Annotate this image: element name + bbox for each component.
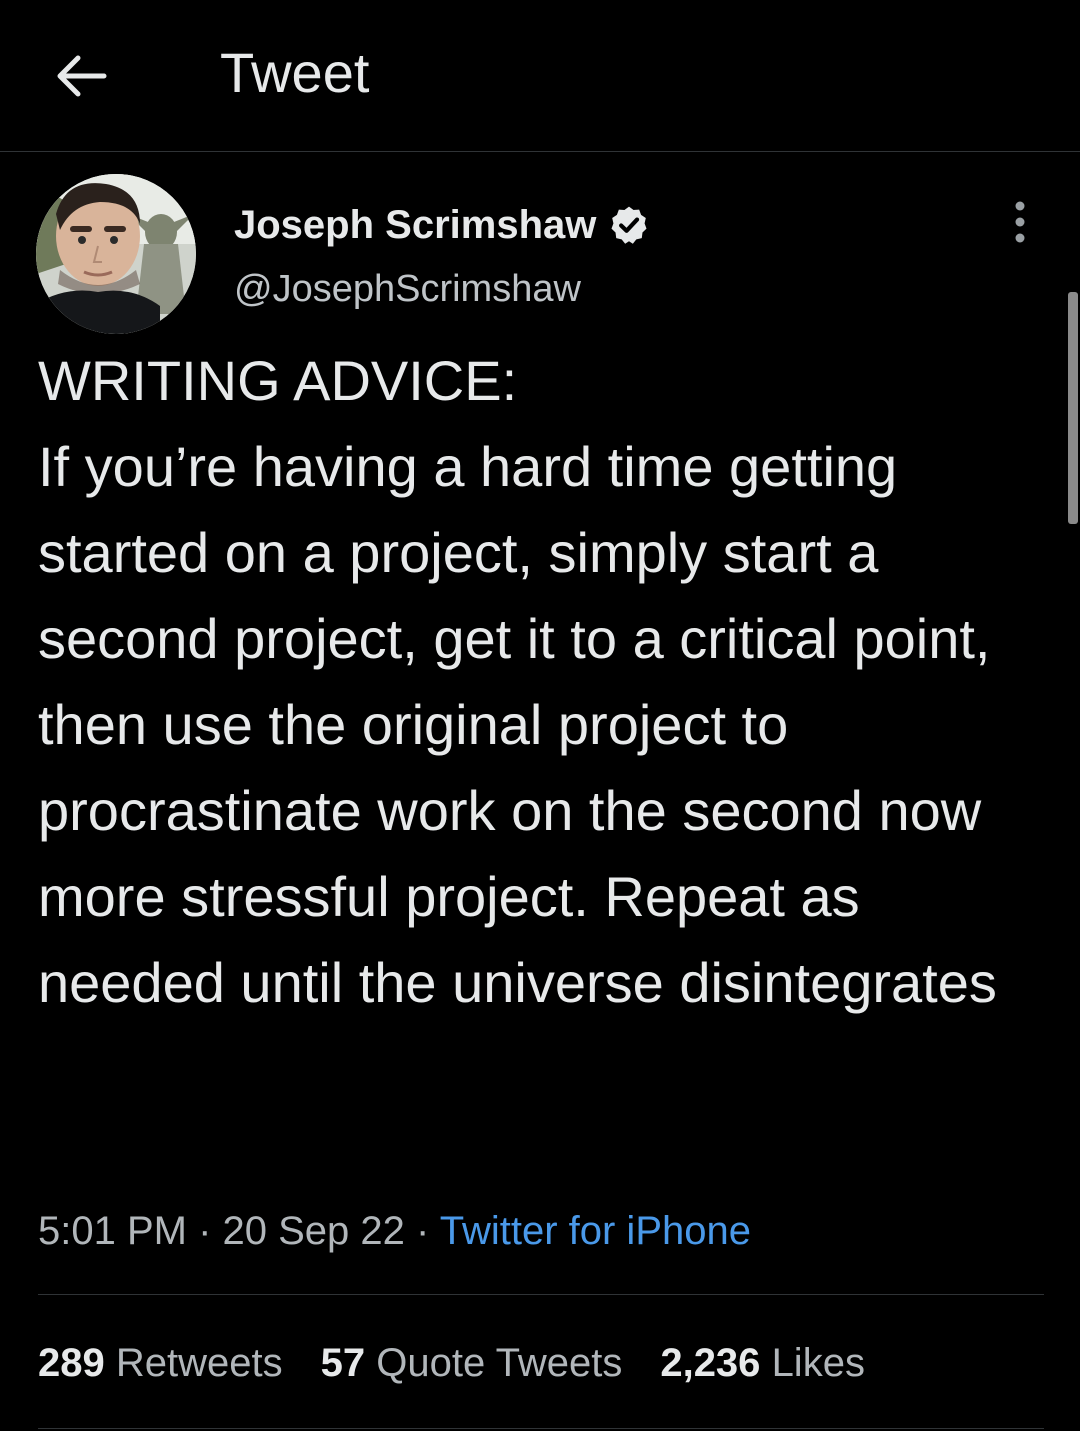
tweet-time[interactable]: 5:01 PM [38, 1209, 187, 1253]
verified-badge-icon [611, 206, 647, 244]
author-name-row[interactable]: Joseph Scrimshaw [234, 200, 650, 250]
tweet-text: WRITING ADVICE: If you’re having a hard … [38, 349, 997, 1014]
meta-separator: · [186, 1209, 223, 1253]
page-title: Tweet [220, 41, 370, 104]
back-button[interactable] [50, 44, 114, 108]
quote-tweets-count: 57 [320, 1341, 366, 1385]
quote-tweets-stat[interactable]: 57 Quote Tweets [321, 1336, 623, 1390]
divider [38, 1428, 1044, 1429]
retweets-label: Retweets [115, 1341, 283, 1385]
meta-separator: · [404, 1209, 440, 1253]
arrow-left-icon [57, 55, 107, 97]
tweet-date[interactable]: 20 Sep 22 [223, 1209, 405, 1253]
avatar[interactable] [36, 174, 196, 334]
top-bar: Tweet [0, 0, 1080, 152]
retweets-count: 289 [38, 1341, 105, 1385]
author-name: Joseph Scrimshaw [234, 203, 597, 247]
quote-tweets-label: Quote Tweets [376, 1341, 623, 1385]
profile-photo [36, 174, 196, 334]
likes-stat[interactable]: 2,236 Likes [660, 1336, 865, 1390]
vertical-ellipsis-icon [1015, 201, 1025, 243]
likes-count: 2,236 [660, 1341, 761, 1385]
tweet-metadata: 5:01 PM · 20 Sep 22 · Twitter for iPhone [38, 1204, 751, 1258]
more-options-button[interactable] [998, 198, 1042, 246]
scrollbar[interactable] [1068, 292, 1078, 524]
author-handle[interactable]: @JosephScrimshaw [234, 266, 581, 312]
tweet-source-link[interactable]: Twitter for iPhone [440, 1209, 751, 1253]
retweets-stat[interactable]: 289 Retweets [38, 1336, 283, 1390]
divider [38, 1294, 1044, 1295]
likes-label: Likes [771, 1341, 865, 1385]
tweet-stats: 289 Retweets 57 Quote Tweets 2,236 Likes [38, 1336, 903, 1390]
